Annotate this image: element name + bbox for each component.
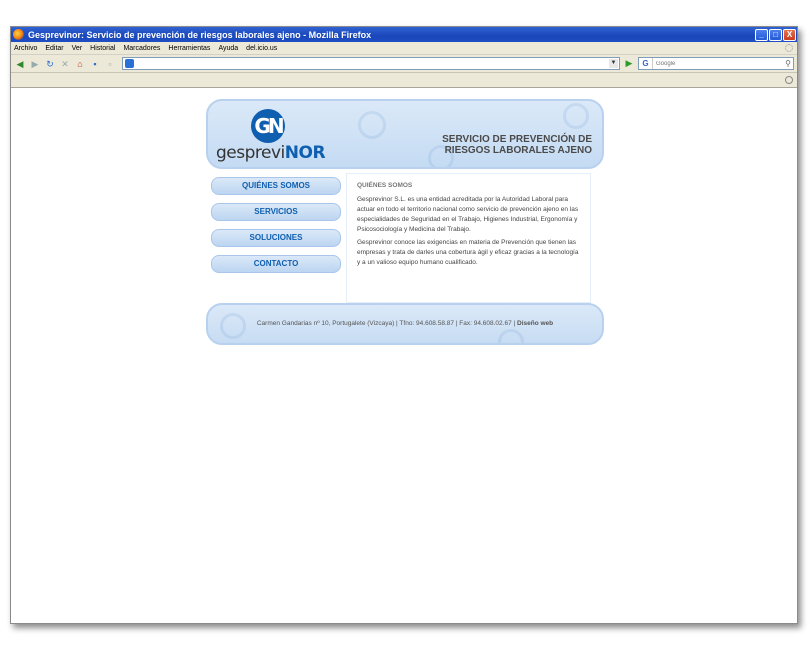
forward-icon[interactable]: ▶ bbox=[29, 58, 41, 70]
footer-address: Carmen Gandarias nº 10, Portugalete (Viz… bbox=[256, 320, 516, 327]
paragraph-2: Gesprevinor conoce las exigencias en mat… bbox=[357, 239, 579, 266]
site-favicon-icon bbox=[125, 59, 134, 68]
nav-soluciones[interactable]: SOLUCIONES bbox=[211, 229, 341, 247]
minimize-button[interactable]: _ bbox=[755, 28, 768, 41]
menu-bar: Archivo Editar Ver Historial Marcadores … bbox=[11, 42, 797, 55]
bookmarks-toolbar bbox=[11, 73, 797, 88]
menu-ver[interactable]: Ver bbox=[72, 45, 83, 52]
bookmark-icon[interactable]: ▪ bbox=[89, 58, 101, 70]
site-tagline: SERVICIO DE PREVENCIÓN DE RIESGOS LABORA… bbox=[442, 134, 592, 156]
site-header: GN gespreviNOR SERVICIO DE PREVENCIÓN DE… bbox=[206, 99, 604, 169]
reload-icon[interactable]: ↻ bbox=[44, 58, 56, 70]
menu-ayuda[interactable]: Ayuda bbox=[218, 45, 238, 52]
menu-delicious[interactable]: del.icio.us bbox=[246, 45, 277, 52]
navigation-toolbar: ◀ ▶ ↻ ✕ ⌂ ▪ ▫ ▼ ▶ G ⚲ bbox=[11, 55, 797, 73]
logo-text[interactable]: gespreviNOR bbox=[216, 143, 326, 163]
url-dropdown-icon[interactable]: ▼ bbox=[609, 59, 618, 68]
logo-text-accent: NOR bbox=[284, 143, 326, 163]
nav-contacto[interactable]: CONTACTO bbox=[211, 255, 341, 273]
menu-marcadores[interactable]: Marcadores bbox=[123, 45, 160, 52]
logo-icon[interactable]: GN bbox=[251, 109, 285, 143]
nav-servicios[interactable]: SERVICIOS bbox=[211, 203, 341, 221]
search-box[interactable]: G ⚲ bbox=[638, 57, 794, 70]
maximize-button[interactable]: □ bbox=[769, 28, 782, 41]
site-nav: QUIÉNES SOMOS SERVICIOS SOLUCIONES CONTA… bbox=[211, 177, 341, 281]
search-icon[interactable]: ⚲ bbox=[783, 59, 793, 68]
menu-historial[interactable]: Historial bbox=[90, 45, 115, 52]
watermark-icon bbox=[358, 111, 386, 139]
logo-text-main: gesprevi bbox=[216, 143, 285, 163]
menu-archivo[interactable]: Archivo bbox=[14, 45, 37, 52]
nav-quienes-somos[interactable]: QUIÉNES SOMOS bbox=[211, 177, 341, 195]
go-icon[interactable]: ▶ bbox=[623, 58, 635, 69]
url-bar[interactable]: ▼ bbox=[122, 57, 620, 70]
home-icon[interactable]: ⌂ bbox=[74, 58, 86, 70]
toolbar-extra-icon[interactable]: ▫ bbox=[104, 58, 116, 70]
paragraph-1: Gesprevinor S.L. es una entidad acredita… bbox=[357, 196, 579, 233]
back-icon[interactable]: ◀ bbox=[14, 58, 26, 70]
title-bar[interactable]: Gesprevinor: Servicio de prevención de r… bbox=[11, 27, 797, 42]
footer-contact: Carmen Gandarias nº 10, Portugalete (Viz… bbox=[208, 320, 602, 327]
site-footer: Carmen Gandarias nº 10, Portugalete (Viz… bbox=[206, 303, 604, 345]
tagline-line-1: SERVICIO DE PREVENCIÓN DE bbox=[442, 134, 592, 145]
footer-link-diseno-web[interactable]: Diseño web bbox=[517, 320, 553, 327]
throbber-icon bbox=[785, 44, 793, 52]
watermark-icon bbox=[563, 103, 589, 129]
menu-herramientas[interactable]: Herramientas bbox=[168, 45, 210, 52]
section-title: QUIÉNES SOMOS bbox=[357, 182, 413, 189]
tagline-line-2: RIESGOS LABORALES AJENO bbox=[444, 145, 592, 156]
search-input[interactable] bbox=[653, 60, 783, 67]
watermark-icon bbox=[498, 329, 524, 343]
status-icon bbox=[785, 76, 793, 84]
window-title: Gesprevinor: Servicio de prevención de r… bbox=[28, 29, 372, 40]
page-content: GN gespreviNOR SERVICIO DE PREVENCIÓN DE… bbox=[11, 89, 797, 623]
firefox-icon bbox=[13, 29, 24, 40]
content-panel: QUIÉNES SOMOS Gesprevinor S.L. es una en… bbox=[346, 173, 591, 303]
google-engine-icon[interactable]: G bbox=[639, 58, 653, 69]
menu-editar[interactable]: Editar bbox=[45, 45, 63, 52]
stop-icon[interactable]: ✕ bbox=[59, 58, 71, 70]
browser-window: Gesprevinor: Servicio de prevención de r… bbox=[10, 26, 798, 624]
close-button[interactable]: X bbox=[783, 28, 796, 41]
